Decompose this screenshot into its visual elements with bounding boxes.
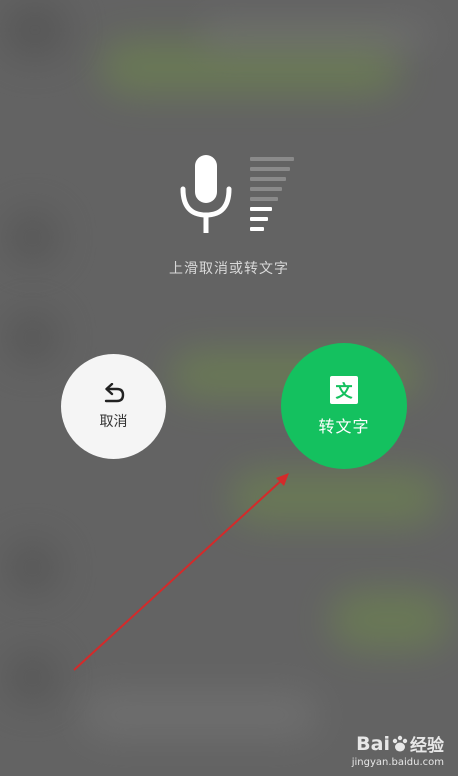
- level-bar: [250, 157, 294, 161]
- blurred-avatar: [5, 310, 60, 365]
- level-bar: [250, 197, 278, 201]
- undo-arrow-icon: [104, 382, 124, 402]
- blurred-chat-bubble: [230, 470, 440, 525]
- transcribe-button-label: 转文字: [318, 416, 370, 436]
- cancel-button[interactable]: 取消: [61, 354, 166, 459]
- swipe-hint-text: 上滑取消或转文字: [169, 261, 289, 277]
- blurred-chat-bubble: [80, 690, 320, 740]
- level-bar: [250, 207, 272, 211]
- watermark-logo: Bai 经验: [352, 731, 444, 757]
- paw-icon: [392, 735, 408, 751]
- level-bar: [250, 227, 264, 231]
- blurred-avatar: [5, 540, 60, 595]
- level-bar: [250, 177, 286, 181]
- microphone-icon: [180, 155, 232, 233]
- watermark-brand-suffix: 经验: [410, 736, 444, 756]
- watermark-site: jingyan.baidu.com: [351, 757, 444, 768]
- watermark-brand: Bai: [356, 732, 390, 755]
- level-bar: [250, 217, 268, 221]
- level-bar: [250, 167, 290, 171]
- recording-indicator: [178, 155, 298, 235]
- transcribe-to-text-button[interactable]: 文 转文字: [281, 343, 407, 469]
- blurred-avatar: [0, 0, 70, 60]
- blurred-chat-bubble: [200, 20, 430, 50]
- cancel-button-label: 取消: [99, 413, 128, 430]
- blurred-avatar: [5, 650, 60, 705]
- level-bar: [250, 187, 282, 191]
- text-wen-icon: 文: [330, 375, 358, 404]
- voice-input-screen: 上滑取消或转文字 取消 文 转文字 Bai 经验 jingyan.baidu.c…: [0, 0, 458, 776]
- volume-level-icon: [250, 157, 296, 233]
- baidu-jingyan-watermark: Bai 经验 jingyan.baidu.com: [351, 731, 444, 769]
- blurred-avatar: [5, 210, 60, 265]
- blurred-chat-bubble: [330, 590, 450, 650]
